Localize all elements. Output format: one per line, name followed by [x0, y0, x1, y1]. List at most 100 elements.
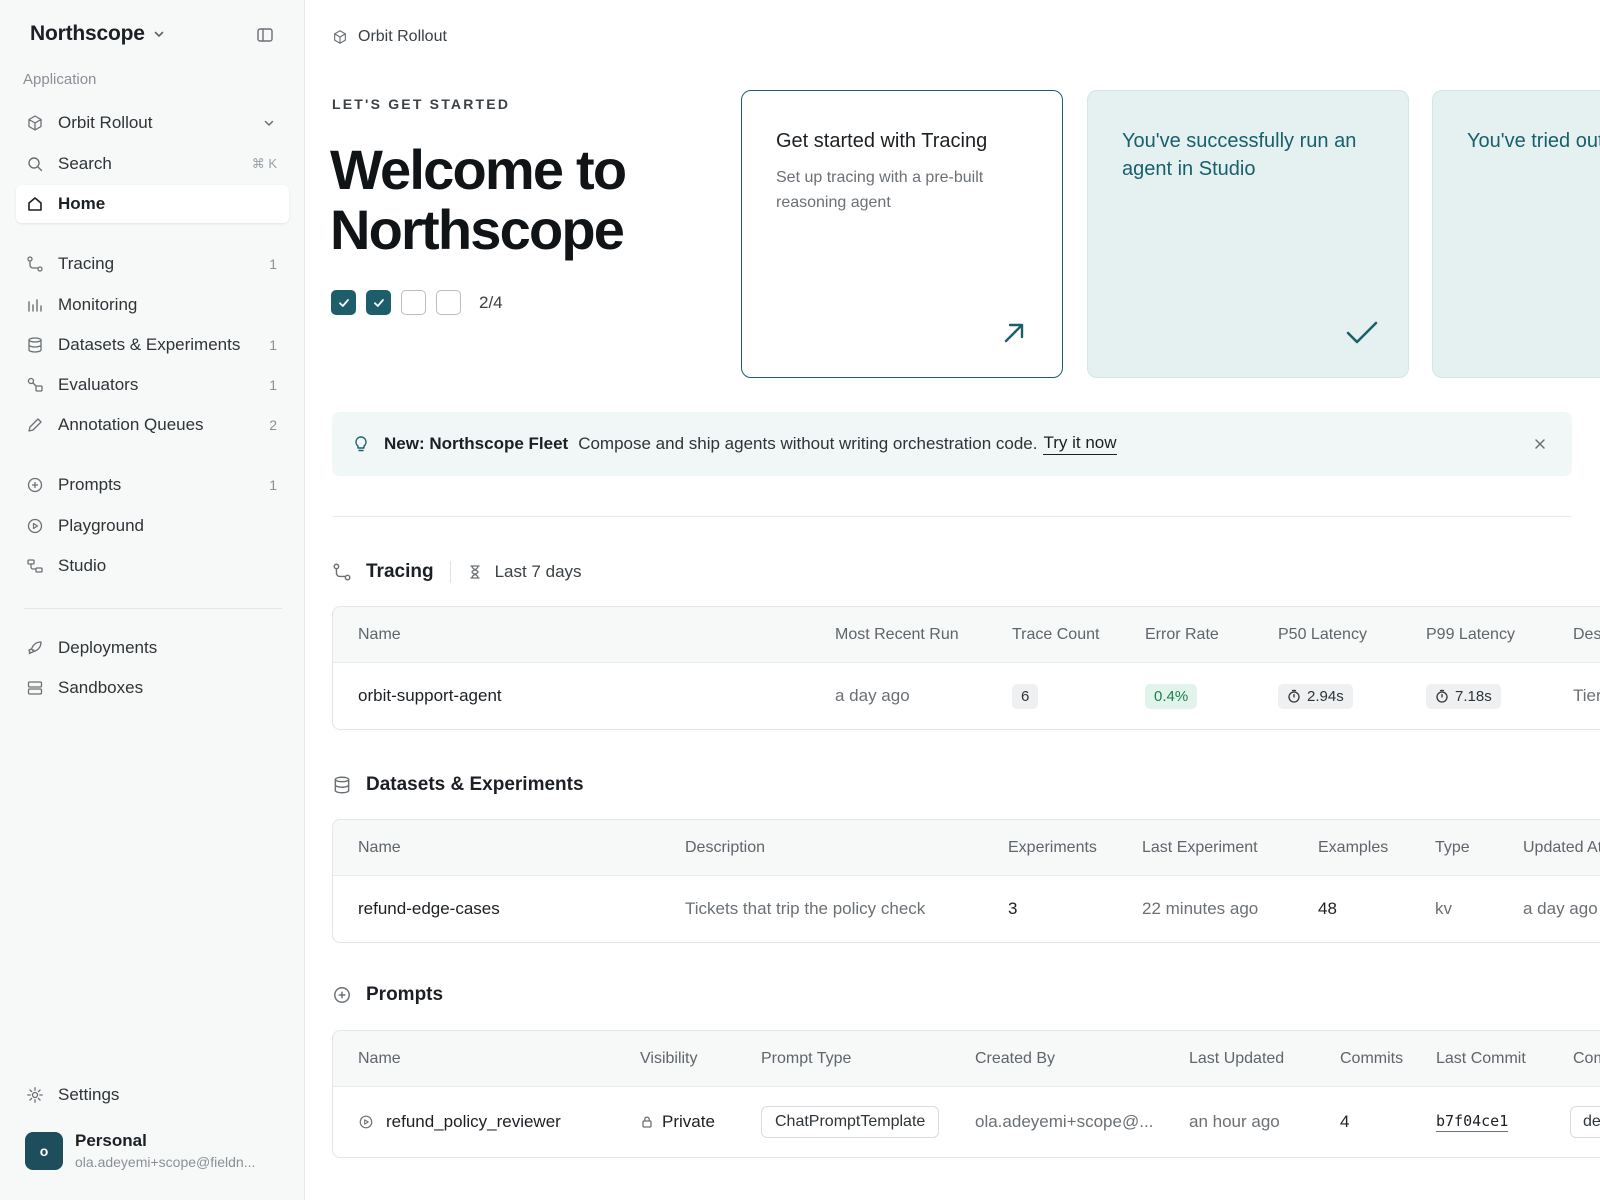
home-label: Home	[58, 194, 106, 213]
sidebar-item-deployments[interactable]: Deployments	[16, 629, 289, 667]
onboarding-card-tracing[interactable]: Get started with Tracing Set up tracing …	[741, 90, 1063, 378]
search-icon	[26, 155, 44, 173]
sidebar-item-datasets[interactable]: Datasets & Experiments 1	[16, 326, 289, 364]
card-title: You've successfully run an agent in Stud…	[1122, 130, 1357, 180]
tracing-icon	[332, 562, 352, 582]
column-header[interactable]: Type	[1435, 820, 1470, 875]
column-header[interactable]: Experiments	[1008, 820, 1097, 875]
breadcrumb-project[interactable]: Orbit Rollout	[358, 28, 447, 46]
play-circle-icon	[26, 517, 44, 535]
cube-icon	[26, 114, 44, 132]
project-selector[interactable]: Orbit Rollout	[16, 104, 289, 142]
progress-step-1	[331, 290, 356, 315]
sidebar-item-label: Evaluators	[58, 375, 139, 394]
section-title[interactable]: Tracing	[366, 561, 434, 583]
column-header[interactable]: Last Commit	[1436, 1031, 1526, 1086]
sidebar-item-annotation-queues[interactable]: Annotation Queues 2	[16, 406, 289, 444]
sidebar-item-sandboxes[interactable]: Sandboxes	[16, 669, 289, 707]
table-row[interactable]: orbit-support-agent a day ago 6 0.4% 2.9…	[333, 663, 1600, 729]
experiment-count: 3	[1008, 899, 1018, 918]
sidebar-item-prompts[interactable]: Prompts 1	[16, 466, 289, 504]
column-header[interactable]: Created By	[975, 1031, 1055, 1086]
prompts-section-header: Prompts	[332, 984, 443, 1006]
column-header[interactable]: P99 Latency	[1426, 607, 1515, 662]
onboarding-card-studio[interactable]: You've successfully run an agent in Stud…	[1087, 90, 1409, 378]
evaluator-icon	[26, 376, 44, 394]
profile-menu[interactable]: o Personal ola.adeyemi+scope@fieldn...	[25, 1131, 275, 1170]
column-header[interactable]: Name	[358, 607, 401, 662]
announcement-banner: New: Northscope Fleet Compose and ship a…	[332, 412, 1572, 476]
sidebar-item-label: Monitoring	[58, 295, 138, 314]
last-commit-hash[interactable]: b7f04ce1	[1436, 1112, 1509, 1132]
column-header[interactable]: Visibility	[640, 1031, 698, 1086]
sidebar-item-search[interactable]: Search ⌘ K	[16, 145, 289, 183]
plus-circle-icon	[26, 476, 44, 494]
sidebar-item-label: Tracing	[58, 254, 115, 273]
banner-link[interactable]: Try it now	[1043, 433, 1117, 455]
card-description: Set up tracing with a pre-built reasonin…	[776, 169, 984, 211]
sidebar-item-label: Datasets & Experiments	[58, 335, 241, 354]
table-row[interactable]: refund_policy_reviewer Private ChatPromp…	[333, 1087, 1600, 1157]
card-title: Get started with Tracing	[776, 130, 988, 152]
column-header[interactable]: Commit	[1573, 1031, 1600, 1086]
sidebar-item-evaluators[interactable]: Evaluators 1	[16, 366, 289, 404]
datasets-section-header: Datasets & Experiments	[332, 774, 584, 796]
time-range-selector[interactable]: Last 7 days	[467, 562, 582, 582]
onboarding-card-playground[interactable]: You've tried out Playground	[1432, 90, 1600, 378]
table-row[interactable]: refund-edge-cases Tickets that trip the …	[333, 876, 1600, 942]
avatar: o	[25, 1131, 63, 1170]
column-header[interactable]: Trace Count	[1012, 607, 1099, 662]
close-icon[interactable]	[1532, 436, 1548, 452]
sidebar-item-tracing[interactable]: Tracing 1	[16, 245, 289, 283]
section-title[interactable]: Prompts	[366, 984, 443, 1006]
project-name[interactable]: orbit-support-agent	[358, 663, 502, 729]
progress-step-4	[436, 290, 461, 315]
column-header[interactable]: Prompt Type	[761, 1031, 851, 1086]
database-icon	[26, 336, 44, 354]
sidebar-item-studio[interactable]: Studio	[16, 547, 289, 585]
sidebar-item-playground[interactable]: Playground	[16, 507, 289, 545]
sidebar-item-monitoring[interactable]: Monitoring	[16, 286, 289, 324]
search-label: Search	[58, 154, 112, 173]
column-header[interactable]: Description	[1573, 607, 1600, 662]
prompt-name-cell[interactable]: refund_policy_reviewer	[358, 1087, 561, 1157]
column-header[interactable]: Commits	[1340, 1031, 1403, 1086]
p99-value: 7.18s	[1455, 687, 1492, 705]
project-label: Orbit Rollout	[58, 113, 153, 132]
tracing-section-header: Tracing Last 7 days	[332, 561, 582, 583]
sidebar-item-home[interactable]: Home	[16, 185, 289, 223]
checkmark-icon	[1346, 319, 1378, 347]
banner-text: Compose and ship agents without writing …	[578, 434, 1038, 453]
prompts-table: Name Visibility Prompt Type Created By L…	[332, 1030, 1600, 1158]
hero-eyebrow: LET'S GET STARTED	[332, 96, 511, 112]
database-icon	[332, 775, 352, 795]
dataset-name[interactable]: refund-edge-cases	[358, 876, 500, 942]
bar-chart-icon	[26, 296, 44, 314]
sidebar-toggle-icon[interactable]	[256, 26, 276, 46]
workspace-name: Northscope	[30, 22, 145, 45]
column-header[interactable]: Last Experiment	[1142, 820, 1258, 875]
tracing-table: Name Most Recent Run Trace Count Error R…	[332, 606, 1600, 730]
table-header: Name Description Experiments Last Experi…	[333, 820, 1600, 876]
column-header[interactable]: Name	[358, 1031, 401, 1086]
column-header[interactable]: Last Updated	[1189, 1031, 1284, 1086]
tracing-icon	[26, 255, 44, 273]
column-header[interactable]: Examples	[1318, 820, 1388, 875]
column-header[interactable]: P50 Latency	[1278, 607, 1367, 662]
sidebar-item-label: Deployments	[58, 638, 158, 657]
page-title: Welcome to Northscope	[330, 138, 627, 261]
onboarding-progress: 2/4	[331, 290, 503, 315]
commit-tag: de	[1570, 1106, 1600, 1138]
workspace-switcher[interactable]: Northscope	[30, 22, 165, 46]
column-header[interactable]: Description	[685, 820, 765, 875]
sidebar-item-label: Studio	[58, 556, 107, 575]
section-title[interactable]: Datasets & Experiments	[366, 774, 584, 796]
section-label: Application	[23, 71, 97, 88]
column-header[interactable]: Most Recent Run	[835, 607, 959, 662]
column-header[interactable]: Updated At	[1523, 820, 1600, 875]
sidebar-item-settings[interactable]: Settings	[16, 1076, 289, 1114]
item-count: 1	[269, 377, 277, 393]
p50-latency: 2.94s	[1278, 683, 1353, 709]
column-header[interactable]: Error Rate	[1145, 607, 1219, 662]
column-header[interactable]: Name	[358, 820, 401, 875]
